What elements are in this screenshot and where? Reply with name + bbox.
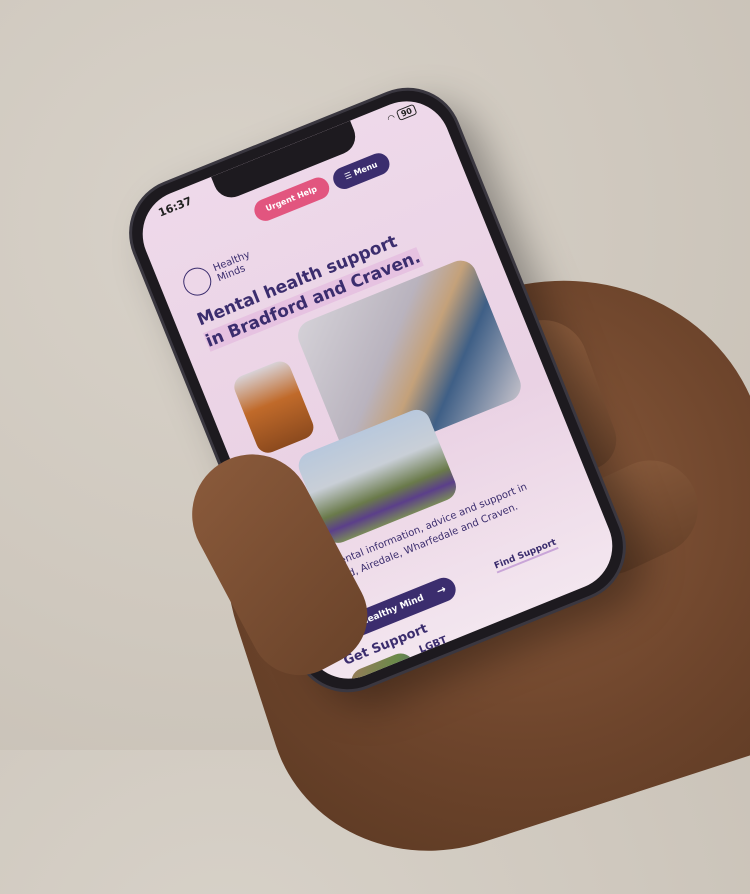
menu-button[interactable]: ☰ Menu bbox=[329, 149, 393, 193]
hero-photo-woman-hijab bbox=[230, 357, 318, 457]
brand-name: Healthy Minds bbox=[211, 249, 252, 285]
battery-icon: 90 bbox=[395, 103, 418, 122]
brain-logo-icon bbox=[179, 263, 216, 300]
phone-screen: 16:37 ◠ 90 Urgent Help ☰ Menu Healthy Mi… bbox=[129, 88, 626, 692]
wifi-icon: ◠ bbox=[386, 112, 398, 126]
status-icons: ◠ 90 bbox=[386, 103, 418, 126]
find-support-link[interactable]: Find Support bbox=[492, 537, 559, 574]
arrow-right-icon: → bbox=[434, 582, 449, 598]
status-time: 16:37 bbox=[156, 194, 194, 220]
